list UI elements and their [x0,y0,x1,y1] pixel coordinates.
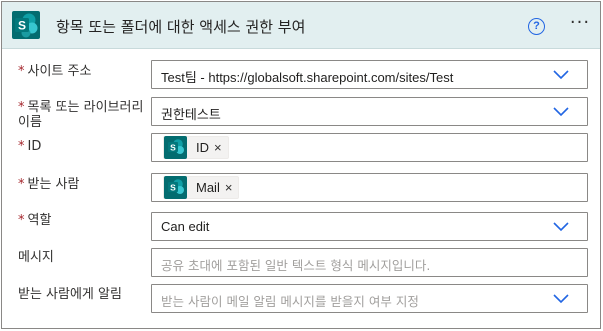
message-label: 메시지 [18,250,54,265]
message-input[interactable]: 공유 초대에 포함된 일반 텍스트 형식 메시지입니다. [151,248,588,277]
sharepoint-icon: S [12,11,40,39]
remove-token-icon[interactable]: × [225,180,233,195]
token-label: ID [196,140,209,155]
role-dropdown[interactable]: Can edit [151,212,588,241]
recipients-label: * 받는 사람 [18,177,80,192]
notify-label: 받는 사람에게 알림 [18,287,122,302]
sharepoint-icon: S [164,136,187,159]
site-address-label: * 사이트 주소 [18,64,92,79]
chevron-down-icon[interactable] [553,105,569,117]
chevron-down-icon[interactable] [553,220,569,232]
chevron-down-icon[interactable] [553,68,569,80]
list-name-dropdown[interactable]: 권한테스트 [151,97,588,126]
svg-text:S: S [170,183,176,193]
chevron-down-icon[interactable] [553,292,569,304]
required-mark: * [18,64,25,79]
notify-placeholder: 받는 사람이 메일 알림 메시지를 받을지 여부 지정 [161,294,419,309]
notify-dropdown[interactable]: 받는 사람이 메일 알림 메시지를 받을지 여부 지정 [151,284,588,313]
message-placeholder: 공유 초대에 포함된 일반 텍스트 형식 메시지입니다. [161,258,431,273]
role-label: * 역할 [18,213,52,228]
remove-token-icon[interactable]: × [214,140,222,155]
sharepoint-icon: S [164,176,187,199]
role-value: Can edit [161,219,210,234]
dynamic-content-token[interactable]: S Mail × [163,176,240,199]
id-label: * ID [18,139,42,154]
svg-text:S: S [18,19,26,33]
more-options-button[interactable]: ··· [567,12,593,36]
list-name-value: 권한테스트 [161,107,221,122]
required-mark: * [18,139,25,154]
action-title: 항목 또는 폴더에 대한 액세스 권한 부여 [56,18,306,36]
action-card: S 항목 또는 폴더에 대한 액세스 권한 부여 ? ··· * 사이트 주소 T… [1,1,601,329]
id-input[interactable]: S ID × [151,133,588,162]
required-mark: * [18,213,25,228]
dynamic-content-token[interactable]: S ID × [163,136,229,159]
token-label: Mail [196,180,220,195]
site-address-dropdown[interactable]: Test팀 - https://globalsoft.sharepoint.co… [151,60,588,89]
list-name-label: * 목록 또는 라이브러리 이름 [18,100,144,130]
required-mark: * [18,100,25,115]
site-address-value: Test팀 - https://globalsoft.sharepoint.co… [161,70,454,85]
required-mark: * [18,177,25,192]
svg-text:S: S [170,143,176,153]
action-header[interactable]: S 항목 또는 폴더에 대한 액세스 권한 부여 ? ··· [2,2,600,49]
recipients-input[interactable]: S Mail × [151,173,588,202]
help-icon[interactable]: ? [528,18,545,35]
